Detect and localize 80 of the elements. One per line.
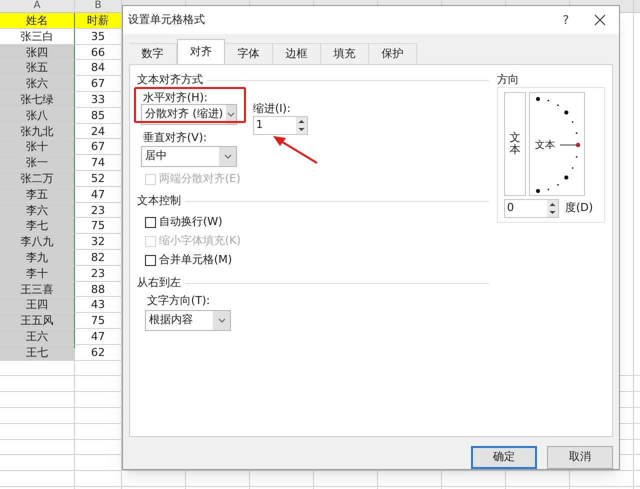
- table-cell: 23: [75, 202, 122, 218]
- table-cell: 王五风: [0, 313, 75, 329]
- dropdown[interactable]: 分散对齐 (缩进): [141, 104, 237, 125]
- checkbox[interactable]: 自动换行(W): [145, 213, 489, 232]
- group-title: 方向: [497, 73, 520, 87]
- table-cell: 姓名: [0, 13, 75, 29]
- table-cell: 李八九: [0, 234, 75, 250]
- table-cell: 李十: [0, 266, 75, 282]
- table-cell: 王六: [0, 328, 75, 345]
- table-cell: 张四: [0, 44, 75, 60]
- help-button[interactable]: ?: [562, 11, 569, 29]
- field-label: 文字方向(T):: [147, 294, 212, 307]
- group-title: 从右到左: [137, 274, 181, 291]
- table-cell: 张二万: [0, 170, 75, 187]
- table-cell: 23: [75, 266, 122, 282]
- table-cell: 李九: [0, 250, 75, 266]
- table-cell: 李六: [0, 202, 75, 218]
- table-cell: 张一: [0, 155, 75, 171]
- close-icon[interactable]: [594, 14, 606, 26]
- table-cell: 32: [75, 234, 122, 250]
- table-cell: 24: [75, 124, 122, 140]
- dialog-button[interactable]: 确定: [471, 446, 537, 469]
- tab[interactable]: 填充: [321, 43, 369, 64]
- table-cell: 张十: [0, 139, 75, 156]
- table-cell: 33: [75, 92, 122, 108]
- group-title: 文本对齐方式: [137, 72, 203, 88]
- indent-spinner[interactable]: 1: [253, 116, 308, 135]
- tab[interactable]: 对齐: [177, 39, 225, 64]
- field-label: 度(D): [565, 200, 594, 216]
- table-cell: 67: [75, 139, 122, 156]
- table-cell: 75: [75, 218, 122, 234]
- field-label: 缩进(I):: [253, 102, 292, 115]
- table-cell: 张六: [0, 76, 75, 92]
- caret-icon[interactable]: [213, 311, 230, 330]
- dropdown[interactable]: 居中: [141, 146, 237, 167]
- table-cell: 74: [75, 155, 122, 171]
- field-label: 水平对齐(H):: [143, 91, 209, 104]
- table-cell: 时薪: [75, 13, 122, 29]
- table-cell: 47: [75, 328, 122, 345]
- table-cell: 82: [75, 250, 122, 266]
- table-cell: 85: [75, 108, 122, 124]
- table-cell: 66: [75, 44, 122, 60]
- table-cell: 35: [75, 28, 122, 45]
- tab[interactable]: 字体: [225, 43, 273, 64]
- degree-spinner[interactable]: 0: [504, 199, 559, 218]
- checkbox: 缩小字体填充(K): [145, 232, 489, 251]
- table-cell: 84: [75, 60, 122, 76]
- spin-arrows-icon[interactable]: [547, 200, 558, 217]
- table-cell: 67: [75, 76, 122, 92]
- table-cell: 张五: [0, 60, 75, 76]
- table-cell: 43: [75, 297, 122, 314]
- table-cell: 47: [75, 186, 122, 203]
- dropdown[interactable]: 根据内容: [145, 310, 231, 331]
- group-title: 文本控制: [137, 192, 181, 209]
- table-cell: 75: [75, 313, 122, 329]
- checkbox[interactable]: 合并单元格(M): [145, 251, 489, 270]
- table-cell: 张九北: [0, 124, 75, 140]
- table-cell: 62: [75, 344, 122, 361]
- table-cell: 张三白: [0, 28, 75, 45]
- vertical-text-box[interactable]: 文本: [504, 92, 526, 196]
- table-cell: 李七: [0, 218, 75, 234]
- tab[interactable]: 保护: [369, 43, 417, 64]
- table-cell: 张七绿: [0, 92, 75, 108]
- table-cell: 王七: [0, 344, 75, 361]
- table-cell: 王三喜: [0, 282, 75, 298]
- tab[interactable]: 边框: [273, 43, 321, 64]
- table-cell: 张八: [0, 108, 75, 124]
- caret-icon[interactable]: [219, 147, 236, 166]
- spin-arrows-icon[interactable]: [296, 117, 307, 134]
- tab[interactable]: 数字: [129, 43, 177, 64]
- table-cell: 52: [75, 170, 122, 187]
- window-title: 设置单元格格式: [128, 12, 205, 28]
- table-cell: 88: [75, 282, 122, 298]
- dialog-button[interactable]: 取消: [547, 446, 613, 469]
- table-cell: 王四: [0, 297, 75, 314]
- orientation-dial[interactable]: 文本: [529, 92, 585, 196]
- table-cell: 李五: [0, 186, 75, 203]
- column-header[interactable]: A: [0, 0, 75, 12]
- checkbox: 两端分散对齐(E): [145, 170, 489, 189]
- field-label: 垂直对齐(V):: [143, 131, 208, 144]
